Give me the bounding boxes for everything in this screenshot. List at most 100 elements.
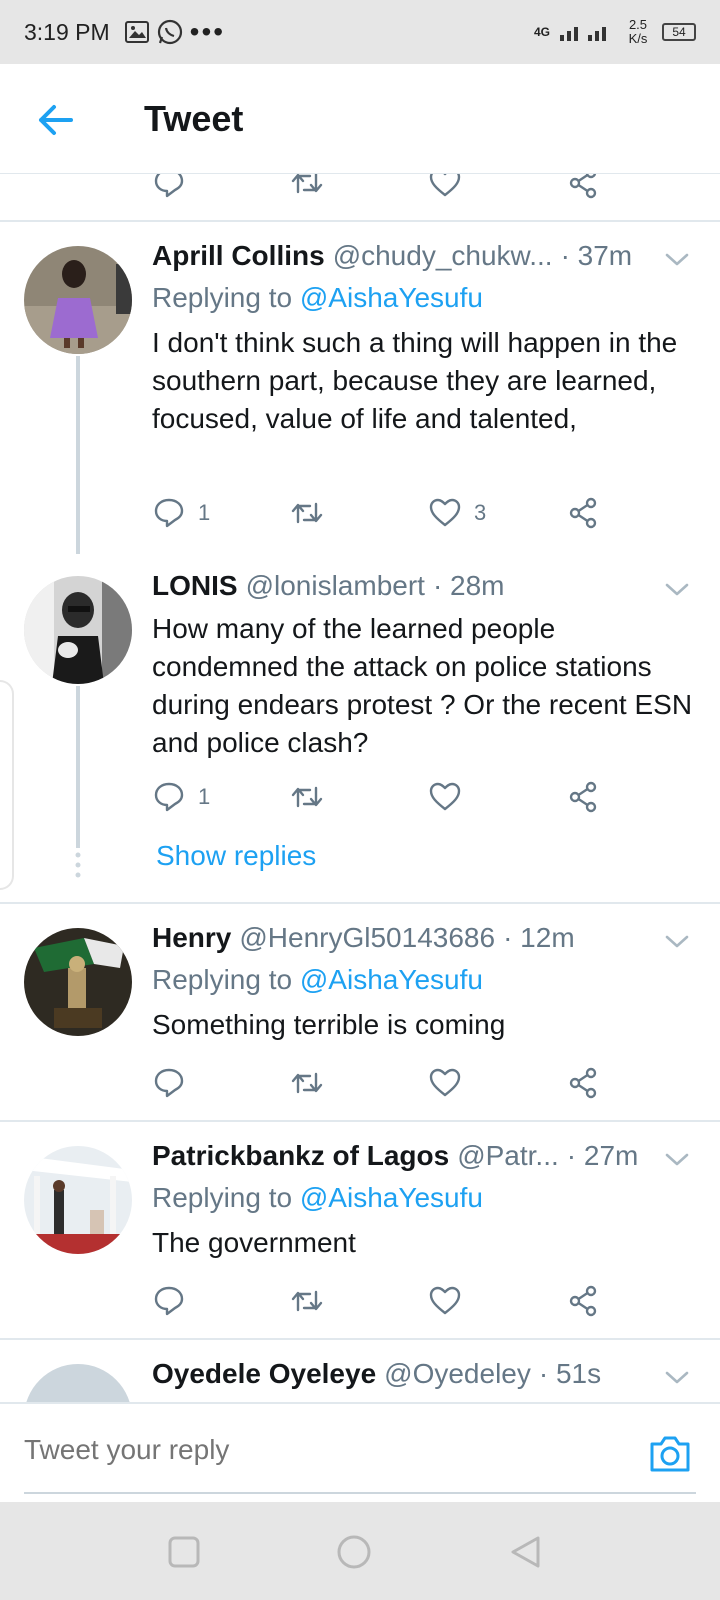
retweet-button[interactable]: [290, 1066, 324, 1100]
reply-button[interactable]: [152, 174, 186, 200]
network-speed: 2.5 K/s: [628, 17, 648, 46]
author-name[interactable]: LONIS: [152, 570, 238, 602]
tweet-header: LONIS @lonislambert · 28m: [152, 570, 696, 602]
parent-tweet-actions: [0, 174, 720, 199]
avatar[interactable]: [24, 1146, 132, 1254]
author-handle[interactable]: @Oyedeley: [384, 1358, 531, 1390]
tweet-item[interactable]: Oyedele Oyeleye @Oyedeley · 51s: [0, 1340, 720, 1402]
retweet-icon: [291, 786, 323, 808]
share-icon: [569, 174, 597, 199]
camera-icon[interactable]: [648, 1434, 692, 1474]
reply-icon: [154, 782, 184, 812]
heart-icon: [429, 174, 461, 197]
reply-count: 1: [198, 784, 211, 809]
more-notifications-icon: •••: [189, 16, 226, 47]
back-button[interactable]: [36, 100, 76, 140]
edge-panel-handle[interactable]: [0, 680, 14, 890]
avatar[interactable]: [24, 576, 132, 684]
reply-button[interactable]: [152, 1066, 186, 1100]
home-icon[interactable]: [336, 1534, 372, 1570]
author-name[interactable]: Oyedele Oyeleye: [152, 1358, 376, 1390]
avatar-image: [24, 1146, 132, 1254]
share-button[interactable]: [566, 174, 600, 200]
heart-icon: [429, 1286, 461, 1315]
tweet-header: Oyedele Oyeleye @Oyedeley · 51s: [152, 1358, 696, 1390]
show-replies-link[interactable]: Show replies: [156, 840, 316, 872]
retweet-button[interactable]: [290, 174, 324, 200]
tweet-feed[interactable]: Aprill Collins @chudy_chukw... · 37m Rep…: [0, 174, 720, 1402]
back-nav-icon[interactable]: [508, 1534, 544, 1570]
share-button[interactable]: [566, 1066, 600, 1100]
author-name[interactable]: Patrickbankz of Lagos: [152, 1140, 449, 1172]
reply-button[interactable]: [152, 1284, 186, 1318]
share-button[interactable]: [566, 496, 600, 530]
tweet-header: Henry @HenryGl50143686 · 12m: [152, 922, 696, 954]
notification-icons: •••: [124, 18, 225, 46]
author-handle[interactable]: @chudy_chukw...: [333, 240, 553, 272]
tweet-item[interactable]: Aprill Collins @chudy_chukw... · 37m Rep…: [0, 222, 720, 554]
tweet-time: · 12m: [503, 922, 575, 953]
reply-icon: [154, 1068, 184, 1098]
author-handle[interactable]: @lonislambert: [246, 570, 425, 602]
mention-link[interactable]: @AishaYesufu: [300, 1182, 483, 1213]
retweet-icon: [291, 1290, 323, 1312]
heart-icon: [429, 782, 461, 811]
chevron-down-icon[interactable]: [662, 244, 692, 274]
like-button[interactable]: 3: [428, 496, 486, 530]
reply-button[interactable]: 1: [152, 780, 210, 814]
chevron-down-icon[interactable]: [662, 926, 692, 956]
heart-icon: [429, 498, 461, 527]
retweet-button[interactable]: [290, 780, 324, 814]
network-label: 4G: [533, 25, 550, 39]
battery-icon: 54: [662, 23, 696, 41]
tweet-time: · 51s: [538, 1358, 602, 1389]
reply-input[interactable]: [24, 1434, 584, 1466]
thread-line: [76, 356, 80, 554]
tweet-time: · 27m: [566, 1140, 639, 1171]
share-button[interactable]: [566, 1284, 600, 1318]
like-button[interactable]: [428, 1066, 462, 1100]
mention-link[interactable]: @AishaYesufu: [300, 282, 483, 313]
retweet-icon: [291, 502, 323, 524]
avatar[interactable]: [24, 246, 132, 354]
avatar[interactable]: [24, 1364, 132, 1402]
replying-label: Replying to: [152, 282, 293, 313]
status-bar: 3:19 PM ••• 4G 2.5 K/s 54: [0, 0, 720, 64]
tweet-text: How many of the learned people condemned…: [152, 613, 693, 758]
avatar[interactable]: [24, 928, 132, 1036]
replying-to: Replying to @AishaYesufu: [152, 964, 483, 996]
tweet-item[interactable]: Patrickbankz of Lagos @Patr... · 27m Rep…: [0, 1122, 720, 1338]
author-name[interactable]: Aprill Collins: [152, 240, 325, 272]
like-button[interactable]: [428, 174, 462, 200]
chevron-down-icon[interactable]: [662, 1144, 692, 1174]
system-nav-bar: [0, 1502, 720, 1600]
share-icon: [569, 497, 597, 529]
chevron-down-icon[interactable]: [662, 574, 692, 604]
retweet-button[interactable]: [290, 1284, 324, 1318]
tweet-text: The government: [152, 1227, 356, 1258]
share-button[interactable]: [566, 780, 600, 814]
like-count: 3: [474, 500, 487, 525]
author-name[interactable]: Henry: [152, 922, 231, 954]
mention-link[interactable]: @AishaYesufu: [300, 964, 483, 995]
retweet-button[interactable]: [290, 496, 324, 530]
author-handle[interactable]: @HenryGl50143686: [239, 922, 495, 954]
avatar-image: [24, 576, 132, 684]
tweet-time: · 37m: [560, 240, 633, 271]
author-handle[interactable]: @Patr...: [457, 1140, 559, 1172]
tweet-text: Something terrible is coming: [152, 1009, 506, 1040]
tweet-item[interactable]: Henry @HenryGl50143686 · 12m Replying to…: [0, 904, 720, 1120]
heart-icon: [429, 1068, 461, 1097]
share-icon: [569, 781, 597, 813]
like-button[interactable]: [428, 1284, 462, 1318]
status-right: 4G 2.5 K/s 54: [534, 18, 696, 46]
recents-icon[interactable]: [166, 1534, 202, 1570]
gallery-icon: [124, 21, 149, 43]
share-icon: [569, 1285, 597, 1317]
avatar-image: [24, 928, 132, 1036]
tweet-item[interactable]: LONIS @lonislambert · 28m How many of th…: [0, 552, 720, 902]
like-button[interactable]: [428, 780, 462, 814]
chevron-down-icon[interactable]: [662, 1362, 692, 1392]
reply-button[interactable]: 1: [152, 496, 210, 530]
thread-dots: [75, 852, 81, 878]
